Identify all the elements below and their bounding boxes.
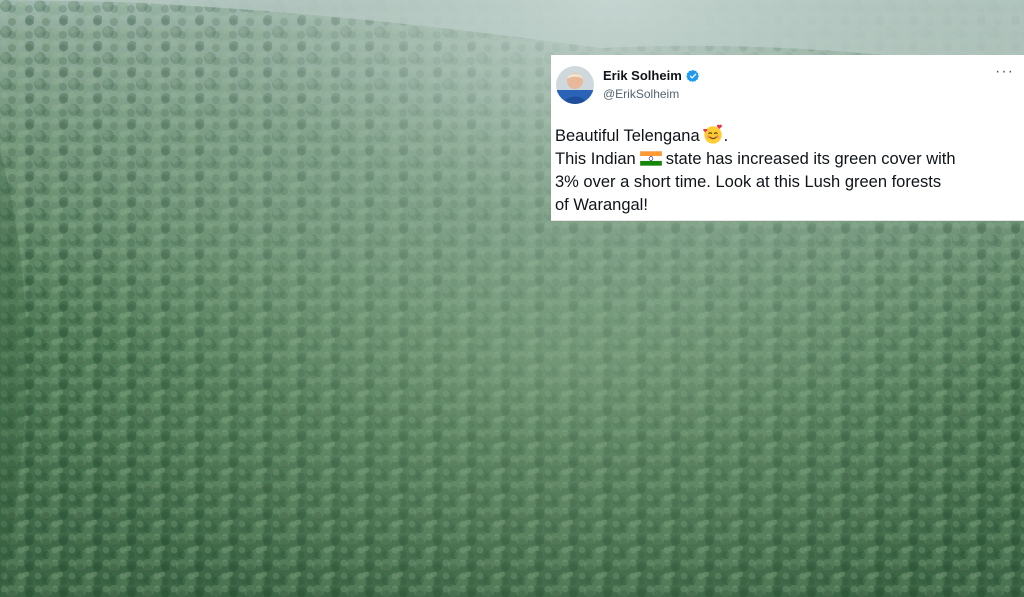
tweet-card: Erik Solheim @ErikSolheim ··· Beautiful … [551,55,1024,221]
tweet-text: Beautiful Telengana . This Indian state … [555,123,1017,217]
tweet-line-1-text: Beautiful Telengana [555,127,700,145]
author-name-row: Erik Solheim [603,68,700,83]
tweet-line-4: of Warangal! [555,196,648,214]
profile-photo-icon [556,66,594,104]
tweet-line-3: 3% over a short time. Look at this Lush … [555,173,942,191]
smiling-face-with-hearts-icon [702,124,722,144]
india-flag-icon [639,151,662,166]
verified-badge-icon [685,69,699,82]
author-name[interactable]: Erik Solheim [603,68,682,83]
tweet-line-2: This Indian state has increased its gree… [555,148,1017,171]
tweet-line-2-end: state has increased its green cover with [665,150,956,168]
tweet-line-1: Beautiful Telengana . [555,123,1017,148]
author-handle[interactable]: @ErikSolheim [603,87,679,101]
avatar[interactable] [556,66,594,104]
tweet-line-2-start: This Indian [555,150,636,168]
more-options-icon[interactable]: ··· [995,64,1014,80]
aerial-forest-scene: Erik Solheim @ErikSolheim ··· Beautiful … [0,0,1024,597]
tweet-line-1-suffix: . [723,127,729,145]
